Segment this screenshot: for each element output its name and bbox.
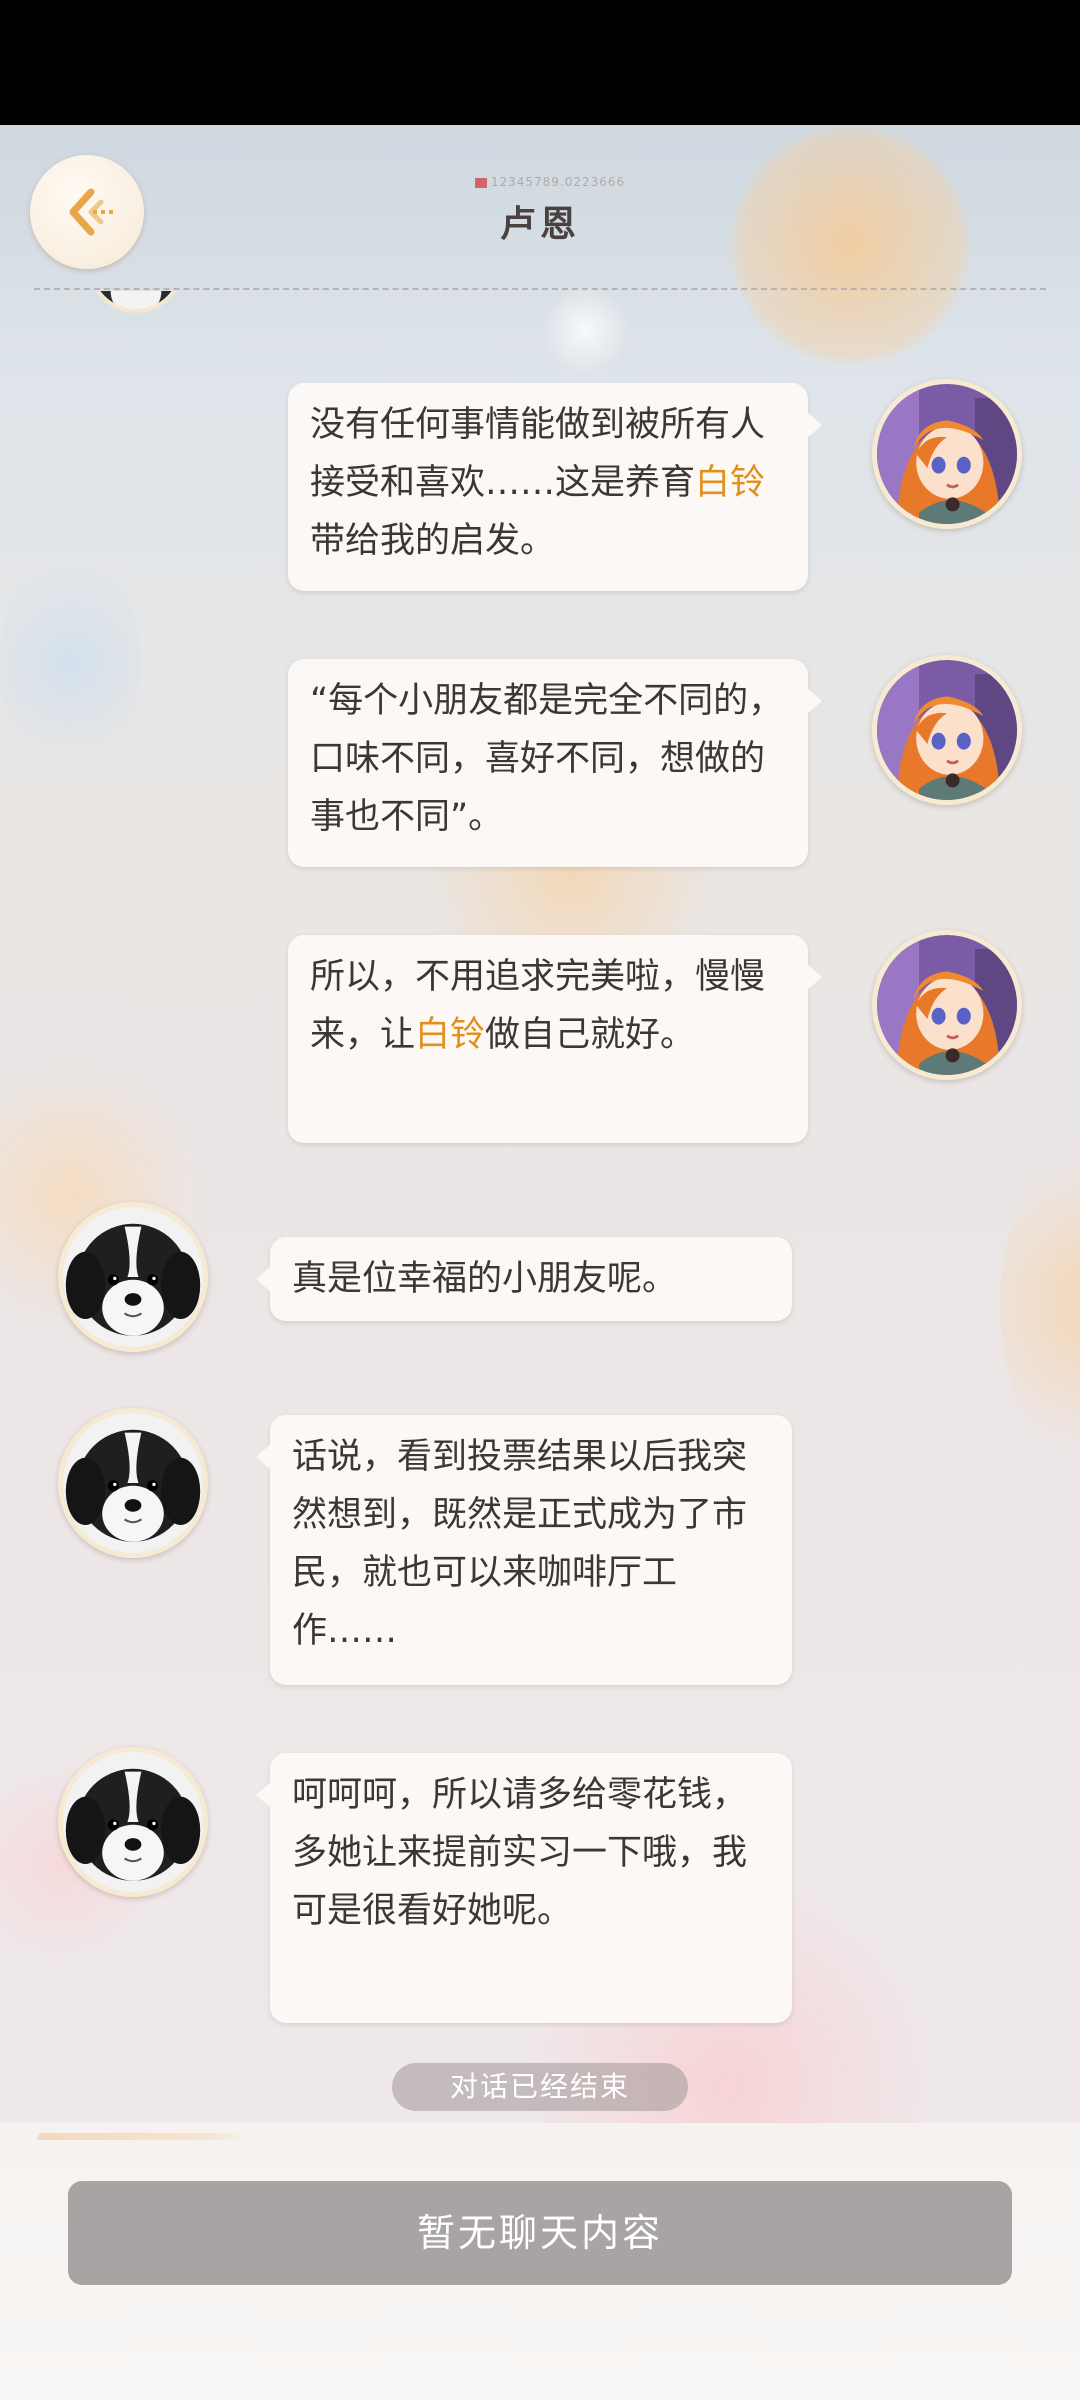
message-text: 所以，不用追求完美啦， — [310, 957, 696, 997]
girl-avatar-icon[interactable] — [872, 655, 1022, 805]
bottom-panel: 暂无聊天内容 — [0, 2123, 1080, 2400]
message-bubble: 所以，不用追求完美啦，慢慢来，让白铃做自己就好。 — [288, 935, 822, 1143]
status-bar — [0, 0, 1080, 125]
message-text: 真是位幸福的小朋友呢。 — [292, 1259, 678, 1299]
message-text: 好。 — [625, 1015, 696, 1055]
message-bubble: 呵呵呵，所以请多给零花钱，多她让来提前实习一下哦，我可是很看好她呢。 — [256, 1753, 792, 2023]
flag-icon — [474, 177, 487, 188]
bokeh-light — [540, 285, 630, 375]
bokeh-light — [0, 545, 140, 785]
message-text: 做自己就 — [485, 1015, 626, 1055]
header-subtitle: 12345789.0223666 — [450, 175, 650, 189]
dog-avatar-icon[interactable] — [58, 1408, 208, 1558]
header-divider — [34, 288, 1046, 290]
dog-avatar-icon[interactable] — [58, 1202, 208, 1352]
message-text: 呢。 — [502, 1891, 573, 1931]
message-bubble: 话说，看到投票结果以后我突然想到，既然是正式成为了市民，就也可以来咖啡厅工作…… — [256, 1415, 792, 1685]
chevron-left-icon — [69, 188, 113, 236]
message-text: 话说，看到投票结果以后 — [292, 1437, 678, 1477]
highlighted-name: 白铃 — [415, 1015, 486, 1055]
message-bubble: “每个小朋友都是完全不同的，口味不同，喜好不同，想做的事也不同”。 — [288, 659, 822, 867]
girl-avatar-icon[interactable] — [872, 930, 1022, 1080]
bokeh-light — [1000, 1125, 1080, 1485]
chat-input-button[interactable]: 暂无聊天内容 — [68, 2181, 1012, 2285]
avatar — [88, 291, 184, 313]
message-text: 呵呵呵，所以请多给零花 — [292, 1775, 678, 1815]
dog-avatar-icon[interactable] — [58, 1747, 208, 1897]
message-text: 养育 — [625, 463, 696, 503]
conversation-ended-badge: 对话已经结束 — [392, 2063, 688, 2111]
message-text: “每个小朋友都是完全不 — [310, 681, 679, 721]
message-bubble: 真是位幸福的小朋友呢。 — [256, 1237, 792, 1321]
bokeh-light — [730, 125, 970, 365]
message-text: 没有任何事情能做到被所 — [310, 405, 696, 445]
page-title: 卢恩 — [499, 204, 580, 245]
subtitle-code: 12345789.0223666 — [490, 175, 626, 189]
chat-screen: 12345789.0223666 卢恩 没有任何事情能做到被所有人接受和喜欢……… — [0, 125, 1080, 2400]
back-button[interactable] — [30, 155, 144, 269]
girl-avatar-icon[interactable] — [872, 379, 1022, 529]
message-bubble: 没有任何事情能做到被所有人接受和喜欢……这是养育白铃带给我的启发。 — [288, 383, 822, 591]
message-text: 带给我的启发。 — [310, 521, 556, 561]
decorative-stripe — [36, 2133, 250, 2140]
highlighted-name: 白铃 — [695, 463, 766, 503]
